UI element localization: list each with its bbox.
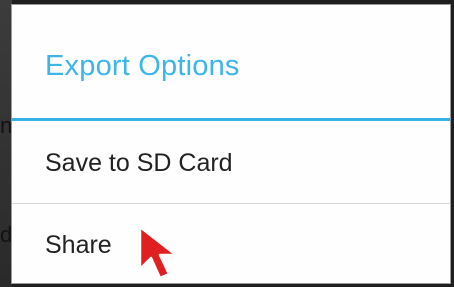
screen: n d Export Options Save to SD Card Share <box>0 0 454 287</box>
menu-item-label: Share <box>45 231 112 259</box>
menu-item-save-to-sd-card[interactable]: Save to SD Card <box>12 121 450 206</box>
menu-item-label: Save to SD Card <box>45 149 233 177</box>
menu-item-share[interactable]: Share <box>12 203 450 283</box>
dialog-title: Export Options <box>45 50 240 82</box>
arrow-pointer-icon <box>138 225 178 280</box>
export-options-dialog: Export Options Save to SD Card Share <box>11 4 451 284</box>
